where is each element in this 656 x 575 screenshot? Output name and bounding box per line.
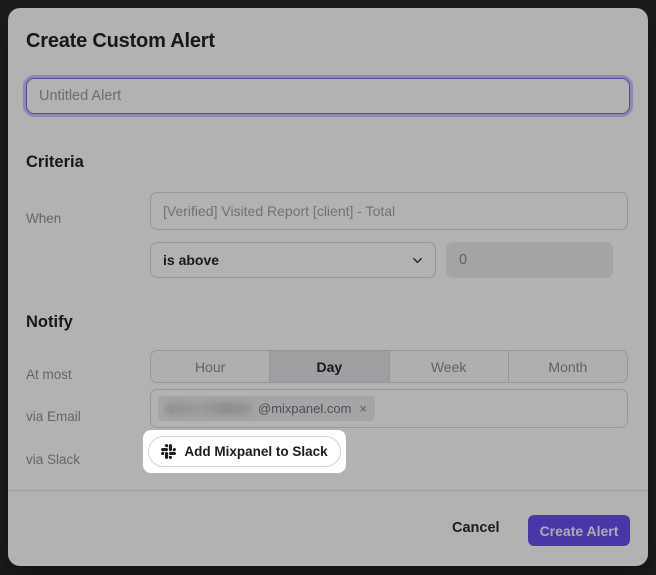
page-title: Create Custom Alert — [26, 30, 215, 53]
when-label: When — [26, 211, 61, 226]
frequency-option-day[interactable]: Day — [270, 351, 389, 382]
slack-button-label: Add Mixpanel to Slack — [184, 444, 327, 459]
frequency-option-hour[interactable]: Hour — [151, 351, 270, 382]
add-mixpanel-to-slack-button[interactable]: Add Mixpanel to Slack — [148, 436, 341, 467]
redacted-email-username — [166, 402, 252, 415]
footer-divider — [8, 490, 648, 491]
frequency-segmented-control: Hour Day Week Month — [150, 350, 628, 383]
create-custom-alert-modal: Create Custom Alert Criteria When [Verif… — [8, 8, 648, 566]
cancel-button[interactable]: Cancel — [452, 520, 500, 536]
alert-name-input[interactable] — [26, 78, 630, 114]
screen: Create Custom Alert Criteria When [Verif… — [0, 0, 656, 575]
condition-value: is above — [163, 252, 219, 268]
at-most-label: At most — [26, 367, 72, 382]
threshold-input[interactable] — [446, 242, 613, 278]
frequency-option-week[interactable]: Week — [390, 351, 509, 382]
condition-select[interactable]: is above — [150, 242, 436, 278]
close-icon[interactable]: × — [357, 401, 367, 416]
create-alert-button[interactable]: Create Alert — [528, 515, 630, 546]
notify-heading: Notify — [26, 313, 73, 332]
email-chip: @mixpanel.com × — [158, 396, 375, 421]
when-metric-field[interactable]: [Verified] Visited Report [client] - Tot… — [150, 192, 628, 230]
email-recipients-field[interactable]: @mixpanel.com × — [150, 389, 628, 428]
email-chip-domain: @mixpanel.com — [258, 401, 351, 416]
frequency-option-month[interactable]: Month — [509, 351, 627, 382]
via-slack-label: via Slack — [26, 452, 80, 467]
criteria-heading: Criteria — [26, 153, 84, 172]
slack-logo-icon — [161, 444, 176, 459]
when-metric-value: [Verified] Visited Report [client] - Tot… — [163, 203, 395, 219]
chevron-down-icon — [412, 255, 423, 266]
slack-button-spotlight: Add Mixpanel to Slack — [143, 430, 346, 473]
via-email-label: via Email — [26, 409, 81, 424]
